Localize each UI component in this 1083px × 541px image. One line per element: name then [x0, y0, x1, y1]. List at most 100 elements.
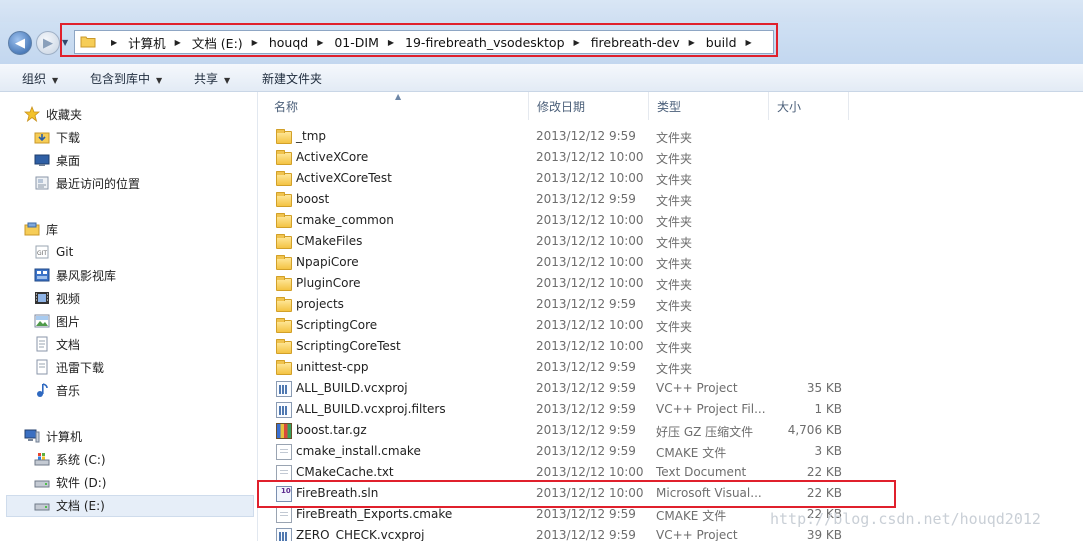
nav-xunlei-downloads[interactable]: 迅雷下载 — [34, 357, 104, 377]
video-library-icon — [34, 290, 50, 306]
include-in-library-menu[interactable]: 包含到库中 ▼ — [90, 70, 162, 87]
nav-computer[interactable]: 计算机 — [24, 426, 82, 446]
file-row[interactable]: cmake_common 2013/12/12 10:00 文件夹 — [270, 211, 1083, 232]
computer-icon — [24, 428, 40, 444]
file-row[interactable]: PluginCore 2013/12/12 10:00 文件夹 — [270, 274, 1083, 295]
nav-recent-places[interactable]: 最近访问的位置 — [34, 173, 140, 193]
file-row[interactable]: cmake_install.cmake 2013/12/12 9:59 CMAKE … — [270, 442, 1083, 463]
file-name: CMakeCache.txt — [296, 465, 394, 479]
file-modified-date: 2013/12/12 9:59 — [536, 402, 636, 416]
file-row[interactable]: unittest-cpp 2013/12/12 9:59 文件夹 — [270, 358, 1083, 379]
file-modified-date: 2013/12/12 10:00 — [536, 150, 644, 164]
file-name: ALL_BUILD.vcxproj.filters — [296, 402, 446, 416]
file-row[interactable]: ScriptingCore 2013/12/12 10:00 文件夹 — [270, 316, 1083, 337]
file-modified-date: 2013/12/12 10:00 — [536, 276, 644, 290]
file-modified-date: 2013/12/12 9:59 — [536, 444, 636, 458]
nav-computer-label: 计算机 — [46, 429, 83, 444]
folder-icon — [276, 276, 292, 291]
nav-pictures-label: 图片 — [56, 314, 81, 329]
file-modified-date: 2013/12/12 9:59 — [536, 360, 636, 374]
folder-icon — [276, 213, 292, 228]
file-size: 39 KB — [806, 528, 842, 541]
nav-documents-label: 文档 — [56, 337, 81, 352]
file-row[interactable]: NpapiCore 2013/12/12 10:00 文件夹 — [270, 253, 1083, 274]
file-modified-date: 2013/12/12 10:00 — [536, 339, 644, 353]
address-highlight-box — [60, 23, 778, 57]
nav-git[interactable]: GIT Git — [34, 242, 73, 262]
file-row[interactable]: ZERO_CHECK.vcxproj 2013/12/12 9:59 VC++ Pr… — [270, 526, 1083, 541]
watermark-text: http://blog.csdn.net/houqd2012 — [770, 510, 1041, 528]
nav-libraries-label: 库 — [46, 222, 59, 237]
nav-recent-label: 最近访问的位置 — [56, 176, 141, 191]
file-modified-date: 2013/12/12 9:59 — [536, 507, 636, 521]
nav-drive-e[interactable]: 文档 (E:) — [34, 495, 105, 515]
forward-arrow-icon: ▶ — [43, 35, 53, 51]
file-row[interactable]: boost 2013/12/12 9:59 文件夹 — [270, 190, 1083, 211]
nav-storm-library[interactable]: 暴风影视库 — [34, 265, 116, 285]
column-header-size[interactable]: 大小 — [769, 92, 849, 120]
file-row[interactable]: ActiveXCoreTest 2013/12/12 10:00 文件夹 — [270, 169, 1083, 190]
vcxproj-icon — [276, 402, 292, 418]
back-arrow-icon: ◀ — [15, 35, 25, 51]
nav-favorites[interactable]: 收藏夹 — [23, 104, 83, 124]
column-header-name[interactable]: 名称 — [266, 92, 529, 120]
file-name: ActiveXCore — [296, 150, 369, 164]
document-icon — [276, 465, 292, 481]
back-button[interactable]: ◀ — [8, 31, 32, 55]
nav-pictures[interactable]: 图片 — [34, 311, 80, 331]
recent-places-icon — [34, 175, 50, 191]
file-row[interactable]: boost.tar.gz 2013/12/12 9:59 好压 GZ 压缩文件 4,7… — [270, 421, 1083, 442]
nav-videos[interactable]: 视频 — [34, 288, 80, 308]
svg-text:GIT: GIT — [37, 250, 47, 257]
folder-icon — [276, 150, 292, 165]
file-row[interactable]: ALL_BUILD.vcxproj 2013/12/12 9:59 VC++ Pro… — [270, 379, 1083, 400]
nav-documents[interactable]: 文档 — [34, 334, 80, 354]
column-header-type[interactable]: 类型 — [649, 92, 769, 120]
file-type: 好压 GZ 压缩文件 — [656, 425, 754, 439]
nav-videos-label: 视频 — [56, 291, 81, 306]
nav-drive-d[interactable]: 软件 (D:) — [34, 472, 106, 492]
file-name: _tmp — [296, 129, 327, 143]
file-modified-date: 2013/12/12 10:00 — [536, 213, 644, 227]
organize-menu[interactable]: 组织 ▼ — [22, 70, 58, 87]
file-row[interactable]: CMakeFiles 2013/12/12 10:00 文件夹 — [270, 232, 1083, 253]
nav-downloads[interactable]: 下载 — [34, 127, 80, 147]
nav-downloads-label: 下载 — [56, 130, 81, 145]
new-folder-button[interactable]: 新建文件夹 — [262, 70, 322, 87]
library-icon — [24, 221, 40, 237]
folder-icon — [276, 129, 292, 144]
music-library-icon — [34, 382, 50, 398]
archive-icon — [276, 423, 292, 439]
git-library-icon: GIT — [34, 244, 50, 260]
file-size: 35 KB — [806, 381, 842, 395]
nav-drive-c[interactable]: 系统 (C:) — [34, 449, 106, 469]
file-row[interactable]: ScriptingCoreTest 2013/12/12 10:00 文件夹 — [270, 337, 1083, 358]
nav-music[interactable]: 音乐 — [34, 380, 80, 400]
folder-icon — [276, 297, 292, 312]
file-row[interactable]: _tmp 2013/12/12 9:59 文件夹 — [270, 127, 1083, 148]
download-folder-icon — [34, 129, 50, 145]
nav-favorites-label: 收藏夹 — [46, 107, 83, 122]
chevron-down-icon: ▼ — [52, 76, 59, 85]
file-name: ScriptingCoreTest — [296, 339, 401, 353]
document-icon — [276, 444, 292, 460]
file-type: VC++ Project Fil... — [656, 402, 766, 416]
file-row[interactable]: ActiveXCore 2013/12/12 10:00 文件夹 — [270, 148, 1083, 169]
file-modified-date: 2013/12/12 10:00 — [536, 255, 644, 269]
nav-storm-label: 暴风影视库 — [56, 268, 117, 283]
file-size: 22 KB — [806, 465, 842, 479]
file-type: Text Document — [656, 465, 747, 479]
share-menu[interactable]: 共享 ▼ — [194, 70, 230, 87]
file-type: 文件夹 — [656, 152, 693, 166]
file-name: CMakeFiles — [296, 234, 363, 248]
file-modified-date: 2013/12/12 9:59 — [536, 297, 636, 311]
file-name: boost.tar.gz — [296, 423, 367, 437]
nav-desktop[interactable]: 桌面 — [34, 150, 80, 170]
column-header-date[interactable]: 修改日期 — [529, 92, 649, 120]
file-type: 文件夹 — [656, 362, 693, 376]
file-row[interactable]: ALL_BUILD.vcxproj.filters 2013/12/12 9:59… — [270, 400, 1083, 421]
file-modified-date: 2013/12/12 10:00 — [536, 465, 644, 479]
forward-button[interactable]: ▶ — [36, 31, 60, 55]
file-row[interactable]: projects 2013/12/12 9:59 文件夹 — [270, 295, 1083, 316]
nav-libraries[interactable]: 库 — [24, 219, 58, 239]
